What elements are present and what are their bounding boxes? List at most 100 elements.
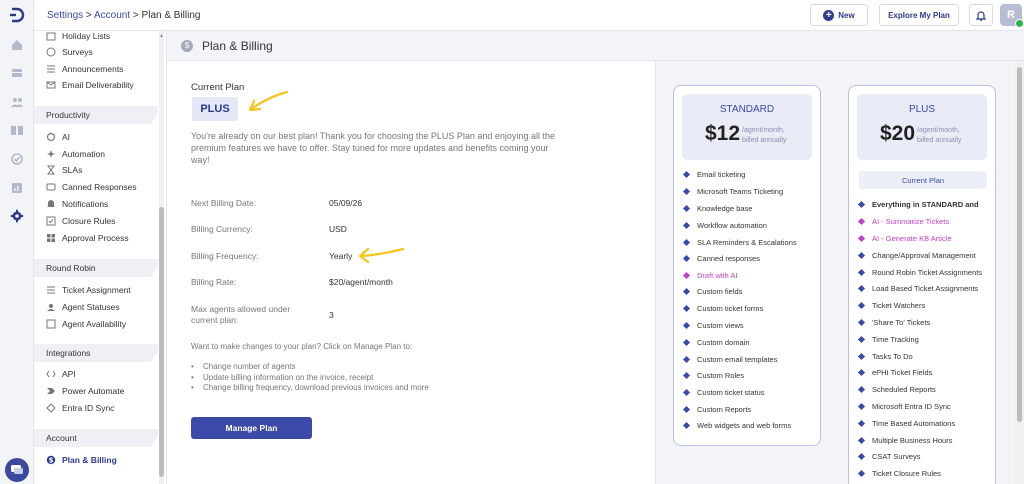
diamond-bullet-icon: [682, 338, 691, 346]
max-agents-label-line: current plan:: [191, 315, 239, 325]
user-avatar[interactable]: R: [1000, 4, 1024, 28]
plan-name: STANDARD: [719, 104, 775, 115]
plan-feature-label: Custom Reports: [697, 404, 752, 414]
sidebar-item-email-deliverability[interactable]: Email Deliverability: [46, 78, 134, 92]
current-plan-label: Current Plan: [191, 82, 245, 93]
nav-rail: [0, 0, 34, 484]
top-bar: Settings > Account > Plan & Billing + Ne…: [34, 0, 1024, 31]
settings-gear-icon[interactable]: [10, 209, 24, 223]
sidebar-item-label: Canned Responses: [62, 182, 137, 192]
sidebar-item-announcements[interactable]: Announcements: [46, 62, 123, 76]
plan-feature: Microsoft Entra ID Sync: [857, 401, 951, 411]
sidebar-item-label: Holiday Lists: [62, 31, 111, 41]
scroll-up-arrow-icon[interactable]: ▲: [159, 33, 164, 39]
diamond-bullet-icon: [857, 469, 866, 477]
breadcrumb-separator: >: [85, 10, 92, 21]
diamond-bullet-icon: [682, 321, 691, 329]
diamond-bullet-icon: [857, 452, 866, 460]
content-scroll-thumb[interactable]: [1017, 67, 1022, 422]
availability-icon: [46, 319, 56, 329]
breadcrumb-account-link[interactable]: Account: [94, 10, 130, 21]
diamond-bullet-icon: [857, 368, 866, 376]
sidebar-item-notifications[interactable]: Notifications: [46, 197, 108, 211]
app-logo-icon[interactable]: [8, 6, 26, 24]
notifications-button[interactable]: [969, 4, 993, 26]
reports-icon[interactable]: [10, 181, 24, 195]
users-icon[interactable]: [10, 95, 24, 109]
plan-card-standard: STANDARD $12 /agent/month, billed annuall…: [673, 85, 821, 446]
plan-feature-label: AI - Generate KB Article: [872, 233, 952, 243]
new-button[interactable]: + New: [810, 4, 868, 26]
diamond-bullet-icon: [682, 221, 691, 229]
chat-support-icon[interactable]: [5, 458, 29, 482]
sidebar-item-agent-availability[interactable]: Agent Availability: [46, 317, 126, 331]
diamond-bullet-icon: [682, 238, 691, 246]
plan-feature: Custom Roles: [682, 370, 744, 380]
current-plan-badge: PLUS: [192, 97, 238, 121]
section-productivity: Productivity: [34, 106, 158, 124]
breadcrumb-settings-link[interactable]: Settings: [47, 10, 83, 21]
sidebar-item-automation[interactable]: Automation: [46, 147, 105, 161]
content-scrollbar[interactable]: [1015, 61, 1024, 484]
plan-feature-label: Custom fields: [697, 286, 743, 296]
sidebar-scrollbar[interactable]: ▲: [159, 31, 164, 484]
sidebar-item-label: Announcements: [62, 64, 124, 74]
manage-plan-button[interactable]: Manage Plan: [191, 417, 312, 439]
plan-feature: Ticket Watchers: [857, 300, 925, 310]
smiley-icon: [46, 47, 56, 57]
breadcrumb: Settings > Account > Plan & Billing: [47, 10, 200, 21]
plan-feature-label: Change/Approval Management: [872, 250, 976, 260]
svg-text:$: $: [49, 457, 54, 465]
billing-currency-label: Billing Currency:: [191, 224, 253, 234]
plan-feature: Custom fields: [682, 286, 743, 296]
sidebar-item-api[interactable]: API: [46, 367, 76, 381]
sidebar-item-ai[interactable]: AI: [46, 130, 70, 144]
max-agents-value: 3: [329, 310, 334, 320]
sidebar-item-canned-responses[interactable]: Canned Responses: [46, 180, 137, 194]
diamond-bullet-icon: [857, 301, 866, 309]
inbox-icon[interactable]: [10, 66, 24, 80]
explore-my-plan-button[interactable]: Explore My Plan: [879, 4, 959, 26]
sidebar-item-power-automate[interactable]: Power Automate: [46, 384, 124, 398]
plan-price: $12 /agent/month, billed annually: [705, 122, 786, 146]
sparkle-icon: [47, 150, 55, 158]
check-circle-icon[interactable]: [10, 152, 24, 166]
plan-name: PLUS: [908, 104, 936, 115]
annotation-arrow-icon: [248, 90, 289, 112]
diamond-bullet-icon: [682, 187, 691, 195]
sidebar-item-ticket-assignment[interactable]: Ticket Assignment: [46, 283, 131, 297]
sidebar-item-surveys[interactable]: Surveys: [46, 45, 93, 59]
diamond-bullet-icon: [857, 251, 866, 259]
sidebar-item-approval-process[interactable]: Approval Process: [46, 231, 129, 245]
plan-feature: Custom ticket status: [682, 387, 765, 397]
plan-feature: Multiple Business Hours: [857, 435, 952, 445]
dollar-circle-icon: $: [181, 40, 193, 52]
plan-feature: 'Share To' Tickets: [857, 317, 930, 327]
plan-feature: Canned responses: [682, 253, 760, 263]
home-icon[interactable]: [10, 38, 24, 52]
plan-feature: Custom views: [682, 320, 744, 330]
sidebar-item-plan-billing[interactable]: $ Plan & Billing: [46, 453, 117, 467]
knowledge-book-icon[interactable]: [10, 123, 24, 137]
sidebar-item-slas[interactable]: SLAs: [46, 163, 82, 177]
section-integrations: Integrations: [34, 344, 158, 362]
plan-feature: Change/Approval Management: [857, 250, 976, 260]
sidebar-item-closure-rules[interactable]: Closure Rules: [46, 214, 115, 228]
diamond-bullet-icon: [682, 371, 691, 379]
plan-feature-label: Custom ticket status: [697, 387, 765, 397]
calendar-icon: [46, 32, 56, 41]
current-plan-indicator: Current Plan: [859, 171, 987, 189]
sidebar-item-entra-id-sync[interactable]: Entra ID Sync: [46, 401, 114, 415]
plan-feature: Knowledge base: [682, 203, 753, 213]
sidebar-item-holiday-lists[interactable]: Holiday Lists: [46, 31, 110, 43]
plan-feature-label: Workflow automation: [697, 220, 767, 230]
max-agents-label-line: Max agents allowed under: [191, 304, 291, 314]
diamond-bullet-icon: [857, 402, 866, 410]
sidebar-item-agent-statuses[interactable]: Agent Statuses: [46, 300, 120, 314]
plan-feature-label: Knowledge base: [697, 203, 753, 213]
sidebar-scroll-thumb[interactable]: [159, 207, 164, 477]
diamond-bullet-icon: [682, 287, 691, 295]
plan-feature: Custom email templates: [682, 354, 777, 364]
diamond-bullet-icon: [857, 217, 866, 225]
diamond-bullet-icon: [682, 170, 691, 178]
